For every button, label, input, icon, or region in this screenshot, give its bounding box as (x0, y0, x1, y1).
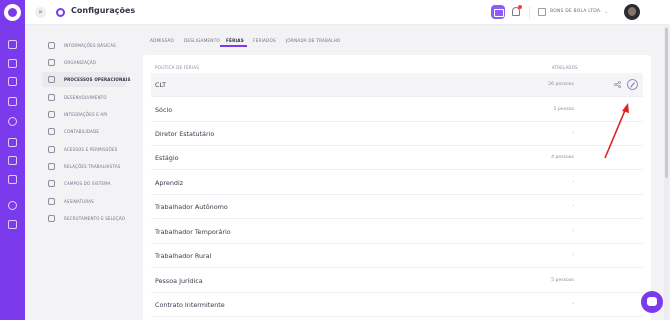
policy-name: Diretor Estatutário (155, 130, 215, 138)
info-icon (48, 42, 55, 49)
menu-item-label: PROCESSOS OPERACIONAIS (64, 77, 131, 82)
policy-name: Estágio (155, 154, 179, 162)
policy-name: Aprendiz (155, 179, 184, 187)
policy-name: Trabalhador Temporário (155, 228, 231, 236)
tab-feriados[interactable]: FERIADOS (253, 38, 276, 43)
column-header-linked: ATRELADOS (552, 65, 578, 70)
policy-name: Trabalhador Autônomo (155, 203, 228, 211)
menu-item-campos-do-sistema[interactable]: CAMPOS DO SISTEMA (42, 176, 126, 191)
users-icon (48, 76, 55, 83)
fields-icon (48, 180, 55, 187)
scrollbar-thumb[interactable] (665, 28, 668, 178)
tab-ferias[interactable]: FÉRIAS (226, 38, 244, 43)
linked-count: 4 pessoas (551, 155, 574, 160)
help-icon[interactable] (8, 201, 17, 210)
shield-icon (48, 146, 55, 153)
table-row[interactable]: Trabalhador Temporário - (151, 220, 643, 244)
tab-admissao[interactable]: ADMISSÃO (150, 38, 174, 43)
menu-item-label: ASSINATURAS (64, 199, 94, 204)
menu-item-contabilidade[interactable]: CONTABILIDADE (42, 124, 126, 139)
rocket-icon[interactable] (8, 117, 17, 126)
table-row[interactable]: CLT 26 pessoas (151, 73, 643, 97)
company-selector[interactable]: BONS DE BOLA LTDA. (550, 9, 602, 14)
menu-item-label: RELAÇÕES TRABALHISTAS (64, 164, 121, 169)
column-header-policy: POLÍTICA DE FÉRIAS (155, 65, 199, 70)
share-icon[interactable] (614, 81, 621, 88)
handshake-icon (48, 163, 55, 170)
linked-count: 5 pessoas (551, 278, 574, 283)
chevron-down-icon[interactable]: ⌄ (604, 9, 608, 15)
header-divider (529, 6, 530, 19)
settings-icon[interactable] (8, 220, 17, 229)
linked-count: - (572, 229, 574, 234)
building-icon (538, 8, 546, 16)
chart-icon[interactable] (8, 156, 17, 165)
table-row[interactable]: Diretor Estatutário - (151, 122, 643, 146)
table-row[interactable]: Contrato Intermitente - (151, 293, 643, 317)
policy-name: Pessoa Jurídica (155, 277, 203, 285)
table-row[interactable]: Aprendiz - (151, 171, 643, 195)
linked-count: - (572, 302, 574, 307)
notification-badge (518, 5, 522, 9)
policy-name: CLT (155, 81, 167, 89)
linked-count: 26 pessoas (548, 82, 574, 87)
collapse-button[interactable]: » (35, 7, 46, 18)
menu-item-label: INFORMAÇÕES BÁSICAS (64, 43, 116, 48)
api-icon (48, 111, 55, 118)
policy-name: Sócio (155, 106, 173, 114)
menu-item-acessos-e-permissoes[interactable]: ACESSOS E PERMISSÕES (42, 142, 126, 157)
linked-count: 1 pessoa (553, 107, 574, 112)
menu-item-informacoes-basicas[interactable]: INFORMAÇÕES BÁSICAS (42, 38, 126, 53)
menu-item-label: RECRUTAMENTO E SELEÇÃO (64, 216, 126, 221)
home-icon[interactable] (8, 40, 17, 49)
org-icon (48, 59, 55, 66)
calendar-icon[interactable] (8, 77, 17, 86)
menu-item-relacoes-trabalhistas[interactable]: RELAÇÕES TRABALHISTAS (42, 159, 126, 174)
gear-icon (56, 8, 65, 17)
menu-item-label: CAMPOS DO SISTEMA (64, 181, 111, 186)
logo-icon[interactable] (4, 4, 21, 21)
menu-item-assinaturas[interactable]: ASSINATURAS (42, 194, 126, 209)
menu-item-integracoes-e-api[interactable]: INTEGRAÇÕES E API (42, 107, 126, 122)
menu-item-label: INTEGRAÇÕES E API (64, 112, 108, 117)
table-row[interactable]: Trabalhador Rural - (151, 244, 643, 268)
menu-item-label: DESENVOLVIMENTO (64, 95, 107, 100)
people-icon[interactable] (8, 59, 17, 68)
linked-count: - (572, 204, 574, 209)
policy-name: Trabalhador Rural (155, 252, 212, 260)
page-title: Configurações (71, 6, 136, 15)
annotation-arrow (604, 103, 629, 159)
signature-icon (48, 198, 55, 205)
linked-count: - (572, 131, 574, 136)
menu-item-recrutamento-e-selecao[interactable]: RECRUTAMENTO E SELEÇÃO (42, 211, 126, 226)
clock-icon[interactable] (8, 97, 17, 106)
chat-button[interactable] (491, 5, 505, 19)
active-tab-indicator (220, 45, 247, 47)
table-row[interactable]: Estágio 4 pessoas (151, 146, 643, 170)
tab-jornada-de-trabalho[interactable]: JORNADA DE TRABALHO (286, 38, 340, 43)
menu-item-label: ORGANIZAÇÃO (64, 60, 97, 65)
accounting-icon (48, 128, 55, 135)
policy-name: Contrato Intermitente (155, 301, 225, 309)
menu-item-label: ACESSOS E PERMISSÕES (64, 147, 118, 152)
table-row[interactable]: Pessoa Jurídica 5 pessoas (151, 269, 643, 293)
support-chat-button[interactable] (641, 291, 663, 313)
menu-item-processos-operacionais[interactable]: PROCESSOS OPERACIONAIS (42, 72, 130, 87)
tools-icon[interactable] (8, 175, 17, 184)
edit-button[interactable] (627, 79, 638, 90)
rocket-icon (48, 94, 55, 101)
table-row[interactable]: Sócio 1 pessoa (151, 98, 643, 122)
linked-count: - (572, 180, 574, 185)
table-row[interactable]: Trabalhador Autônomo - (151, 195, 643, 219)
menu-item-label: CONTABILIDADE (64, 129, 100, 134)
tab-desligamento[interactable]: DESLIGAMENTO (184, 38, 220, 43)
menu-item-desenvolvimento[interactable]: DESENVOLVIMENTO (42, 90, 126, 105)
linked-count: - (572, 253, 574, 258)
star-icon[interactable] (8, 138, 17, 147)
app-rail (0, 0, 25, 320)
avatar[interactable] (624, 4, 640, 20)
recruit-icon (48, 215, 55, 222)
menu-item-organizacao[interactable]: ORGANIZAÇÃO (42, 55, 126, 70)
